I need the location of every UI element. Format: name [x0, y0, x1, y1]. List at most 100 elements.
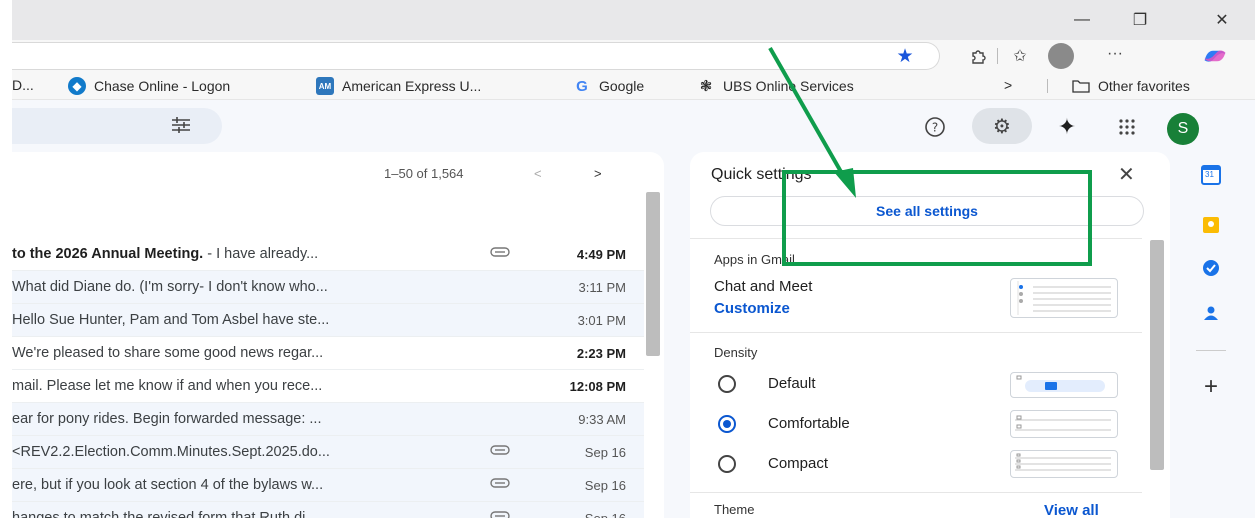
help-icon[interactable]: ?: [920, 112, 950, 142]
mail-row-text: We're pleased to share some good news re…: [12, 345, 482, 361]
chat-layout-preview: [1010, 278, 1118, 318]
copilot-icon[interactable]: [1202, 44, 1228, 68]
divider: [690, 332, 1142, 333]
mail-row[interactable]: What did Diane do. (I'm sorry- I don't k…: [12, 271, 644, 304]
mail-time: 4:49 PM: [576, 247, 626, 262]
extensions-icon[interactable]: [965, 44, 991, 68]
ubs-icon: ❃: [699, 78, 713, 95]
gemini-icon[interactable]: ✦: [1052, 112, 1082, 142]
close-quick-settings-button[interactable]: ✕: [1118, 162, 1135, 187]
mail-snippet: hanges to match the revised form that Ru…: [12, 510, 318, 518]
search-options-icon[interactable]: [170, 115, 192, 141]
mail-time: 3:01 PM: [577, 313, 626, 328]
mail-list-scrollbar[interactable]: [646, 192, 660, 356]
chase-icon: ◆: [68, 77, 86, 95]
address-bar[interactable]: ★: [12, 42, 940, 70]
annotation-highlight-box: [782, 170, 1092, 266]
mail-time: 3:11 PM: [578, 280, 626, 295]
search-bar[interactable]: [12, 108, 222, 144]
favorites-bar: D... ◆ Chase Online - Logon AM American …: [12, 72, 1255, 100]
minimize-button[interactable]: —: [1062, 8, 1102, 32]
mail-time: 9:33 AM: [578, 412, 626, 427]
mail-time: Sep 16: [584, 478, 626, 493]
density-comfortable-radio[interactable]: [718, 415, 736, 433]
mail-row[interactable]: ere, but if you look at section 4 of the…: [12, 469, 644, 502]
favorite-item[interactable]: D...: [12, 77, 34, 93]
density-compact-radio[interactable]: [718, 455, 736, 473]
favorites-icon[interactable]: ✩: [1007, 44, 1033, 68]
close-window-button[interactable]: ✕: [1202, 8, 1242, 32]
attachment-icon[interactable]: [490, 245, 510, 261]
mail-row[interactable]: We're pleased to share some good news re…: [12, 337, 644, 370]
calendar-icon[interactable]: 31: [1198, 162, 1224, 188]
mail-snippet: - I have already...: [203, 246, 319, 262]
more-icon[interactable]: ···: [1102, 42, 1128, 66]
density-label: Density: [714, 345, 758, 360]
side-panel-divider: [1196, 350, 1226, 351]
contacts-icon[interactable]: [1198, 300, 1224, 326]
attachment-icon[interactable]: [490, 476, 510, 492]
apps-icon[interactable]: [1112, 112, 1142, 142]
mail-row-text: ere, but if you look at section 4 of the…: [12, 477, 482, 493]
chat-and-meet-label: Chat and Meet: [714, 278, 813, 295]
mail-snippet: Hello Sue Hunter, Pam and Tom Asbel have…: [12, 312, 330, 328]
calendar-day: 31: [1205, 170, 1214, 179]
next-page-button[interactable]: >: [594, 166, 602, 181]
mail-row[interactable]: to the 2026 Annual Meeting. - I have alr…: [12, 238, 644, 271]
keep-icon[interactable]: [1198, 212, 1224, 238]
favorite-amex[interactable]: AM American Express U...: [316, 77, 481, 95]
settings-icon: ⚙: [993, 115, 1011, 138]
star-icon[interactable]: ★: [892, 44, 918, 68]
mail-row-text: to the 2026 Annual Meeting. - I have alr…: [12, 246, 482, 262]
account-avatar[interactable]: S: [1167, 113, 1199, 145]
quick-settings-scrollbar[interactable]: [1150, 240, 1164, 470]
svg-text:?: ?: [932, 121, 938, 135]
mail-row-text: Hello Sue Hunter, Pam and Tom Asbel have…: [12, 312, 482, 328]
tasks-icon[interactable]: [1198, 255, 1224, 281]
mail-snippet: What did Diane do. (I'm sorry- I don't k…: [12, 279, 328, 295]
favorite-google[interactable]: G Google: [573, 77, 644, 95]
mail-time: 12:08 PM: [569, 379, 626, 394]
restore-button[interactable]: ❐: [1120, 8, 1160, 32]
default-density-preview: [1010, 372, 1118, 398]
attachment-icon[interactable]: [490, 443, 510, 459]
view-all-themes-link[interactable]: View all: [1044, 502, 1099, 518]
toolbar-divider: [997, 48, 998, 64]
favorite-chase[interactable]: ◆ Chase Online - Logon: [68, 77, 230, 95]
mail-time: 2:23 PM: [576, 346, 626, 361]
settings-button[interactable]: ⚙: [972, 108, 1032, 144]
density-default-radio[interactable]: [718, 375, 736, 393]
mail-snippet: ere, but if you look at section 4 of the…: [12, 477, 324, 493]
mail-snippet: We're pleased to share some good news re…: [12, 345, 324, 361]
mail-row-text: hanges to match the revised form that Ru…: [12, 510, 482, 518]
mail-row[interactable]: Hello Sue Hunter, Pam and Tom Asbel have…: [12, 304, 644, 337]
google-icon: G: [576, 77, 588, 95]
pager-range: 1–50 of 1,564: [384, 166, 464, 181]
folder-icon: [1072, 77, 1090, 95]
comfortable-density-preview: [1010, 410, 1118, 438]
attachment-icon[interactable]: [490, 509, 510, 518]
mail-subject: to the 2026 Annual Meeting.: [12, 246, 204, 262]
mail-row-text: What did Diane do. (I'm sorry- I don't k…: [12, 279, 482, 295]
mail-row-text: ear for pony rides. Begin forwarded mess…: [12, 411, 482, 427]
mail-snippet: <REV2.2.Election.Comm.Minutes.Sept.2025.…: [12, 444, 330, 460]
customize-link[interactable]: Customize: [714, 300, 790, 317]
mail-time: Sep 16: [585, 511, 626, 518]
compact-density-preview: [1010, 450, 1118, 478]
window-titlebar: — ❐ ✕: [12, 0, 1255, 40]
add-icon[interactable]: +: [1198, 373, 1224, 400]
gmail-header: ? ⚙ ✦: [12, 100, 1255, 152]
other-favorites-button[interactable]: Other favorites: [1072, 77, 1190, 95]
mail-row[interactable]: <REV2.2.Election.Comm.Minutes.Sept.2025.…: [12, 436, 644, 469]
favorite-ubs[interactable]: ❃ UBS Online Services: [697, 77, 854, 95]
mail-row[interactable]: mail. Please let me know if and when you…: [12, 370, 644, 403]
mail-snippet: ear for pony rides. Begin forwarded mess…: [12, 411, 322, 427]
mail-row-text: mail. Please let me know if and when you…: [12, 378, 482, 394]
prev-page-button[interactable]: <: [534, 166, 542, 181]
browser-toolbar: ★ ✩ ···: [12, 40, 1255, 72]
mail-row[interactable]: hanges to match the revised form that Ru…: [12, 502, 644, 518]
profile-icon[interactable]: [1048, 43, 1074, 69]
amex-icon: AM: [316, 77, 334, 95]
favorites-overflow-button[interactable]: >: [1004, 77, 1012, 93]
mail-row[interactable]: ear for pony rides. Begin forwarded mess…: [12, 403, 644, 436]
